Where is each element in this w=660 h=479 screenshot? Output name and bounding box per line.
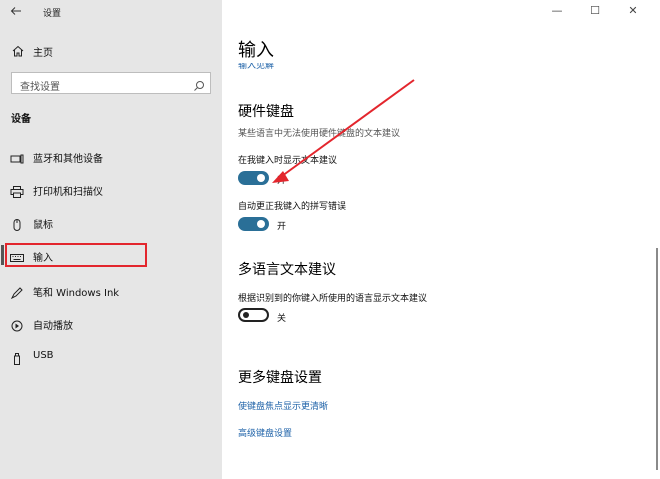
show-suggestions-state: 开 xyxy=(277,176,287,186)
back-arrow-icon[interactable] xyxy=(10,5,24,19)
autocorrect-state: 开 xyxy=(277,222,287,232)
toggle-knob xyxy=(257,220,265,228)
show-suggestions-toggle[interactable] xyxy=(238,171,269,185)
multilingual-heading: 多语言文本建议 xyxy=(238,262,336,278)
sidebar-item-label: 鼠标 xyxy=(33,220,53,231)
search-placeholder: 查找设置 xyxy=(20,82,60,93)
hardware-keyboard-heading: 硬件键盘 xyxy=(238,104,294,120)
sidebar-item-label: 蓝牙和其他设备 xyxy=(33,154,103,165)
keyboard-focus-link[interactable]: 使键盘焦点显示更清晰 xyxy=(238,399,328,412)
sidebar-item-mouse[interactable]: 鼠标 xyxy=(0,209,222,235)
title-bar: 设置 xyxy=(0,0,222,26)
minimize-button[interactable]: — xyxy=(550,4,564,17)
sidebar-item-printers[interactable]: 打印机和扫描仪 xyxy=(0,176,222,202)
search-icon xyxy=(193,77,205,96)
annotation-highlight-box xyxy=(5,243,147,267)
autoplay-icon xyxy=(10,317,24,332)
window-controls: — ☐ ✕ xyxy=(540,0,660,24)
sidebar-item-label: USB xyxy=(33,350,54,361)
page-title: 输入 xyxy=(238,40,274,61)
sidebar-item-home[interactable]: 主页 xyxy=(0,40,222,62)
sidebar-item-pen[interactable]: 笔和 Windows Ink xyxy=(0,277,222,303)
pen-icon xyxy=(10,284,24,300)
sidebar-item-label: 打印机和扫描仪 xyxy=(33,187,103,198)
multilingual-toggle[interactable] xyxy=(238,308,269,322)
sidebar-item-usb[interactable]: USB xyxy=(0,343,222,369)
toggle-knob xyxy=(257,174,265,182)
sidebar-item-autoplay[interactable]: 自动播放 xyxy=(0,310,222,336)
typing-insights-link[interactable]: 输入见解 xyxy=(238,63,274,71)
sidebar: 设置 主页 查找设置 设备 蓝牙和其他设备 打印机和扫描仪 鼠标 输入 笔和 W… xyxy=(0,0,222,479)
sidebar-item-bluetooth[interactable]: 蓝牙和其他设备 xyxy=(0,143,222,169)
home-label: 主页 xyxy=(33,48,53,59)
bluetooth-devices-icon xyxy=(10,150,24,164)
close-button[interactable]: ✕ xyxy=(626,4,640,17)
search-input[interactable]: 查找设置 xyxy=(11,72,211,94)
multilingual-label: 根据识别到的你键入所使用的语言显示文本建议 xyxy=(238,294,428,304)
window-title: 设置 xyxy=(43,9,62,19)
maximize-button[interactable]: ☐ xyxy=(588,4,602,17)
advanced-keyboard-link[interactable]: 高级键盘设置 xyxy=(238,426,292,439)
more-keyboard-settings-heading: 更多键盘设置 xyxy=(238,370,322,386)
toggle-knob xyxy=(243,312,249,318)
printer-icon xyxy=(10,183,24,198)
multilingual-state: 关 xyxy=(277,314,287,324)
hardware-keyboard-description: 某些语言中无法使用硬件键盘的文本建议 xyxy=(238,129,401,139)
sidebar-item-label: 笔和 Windows Ink xyxy=(33,288,120,299)
sidebar-item-label: 自动播放 xyxy=(33,321,73,332)
home-icon xyxy=(11,43,25,62)
show-suggestions-label: 在我键入时显示文本建议 xyxy=(238,156,338,166)
active-indicator xyxy=(1,245,4,265)
mouse-icon xyxy=(10,216,24,231)
sidebar-section-devices: 设备 xyxy=(11,114,31,125)
main-content: — ☐ ✕ 输入 输入见解 硬件键盘 某些语言中无法使用硬件键盘的文本建议 在我… xyxy=(222,0,660,479)
autocorrect-label: 自动更正我键入的拼写错误 xyxy=(238,202,347,212)
scrollbar[interactable] xyxy=(656,248,658,470)
autocorrect-toggle[interactable] xyxy=(238,217,269,231)
usb-icon xyxy=(10,350,24,365)
